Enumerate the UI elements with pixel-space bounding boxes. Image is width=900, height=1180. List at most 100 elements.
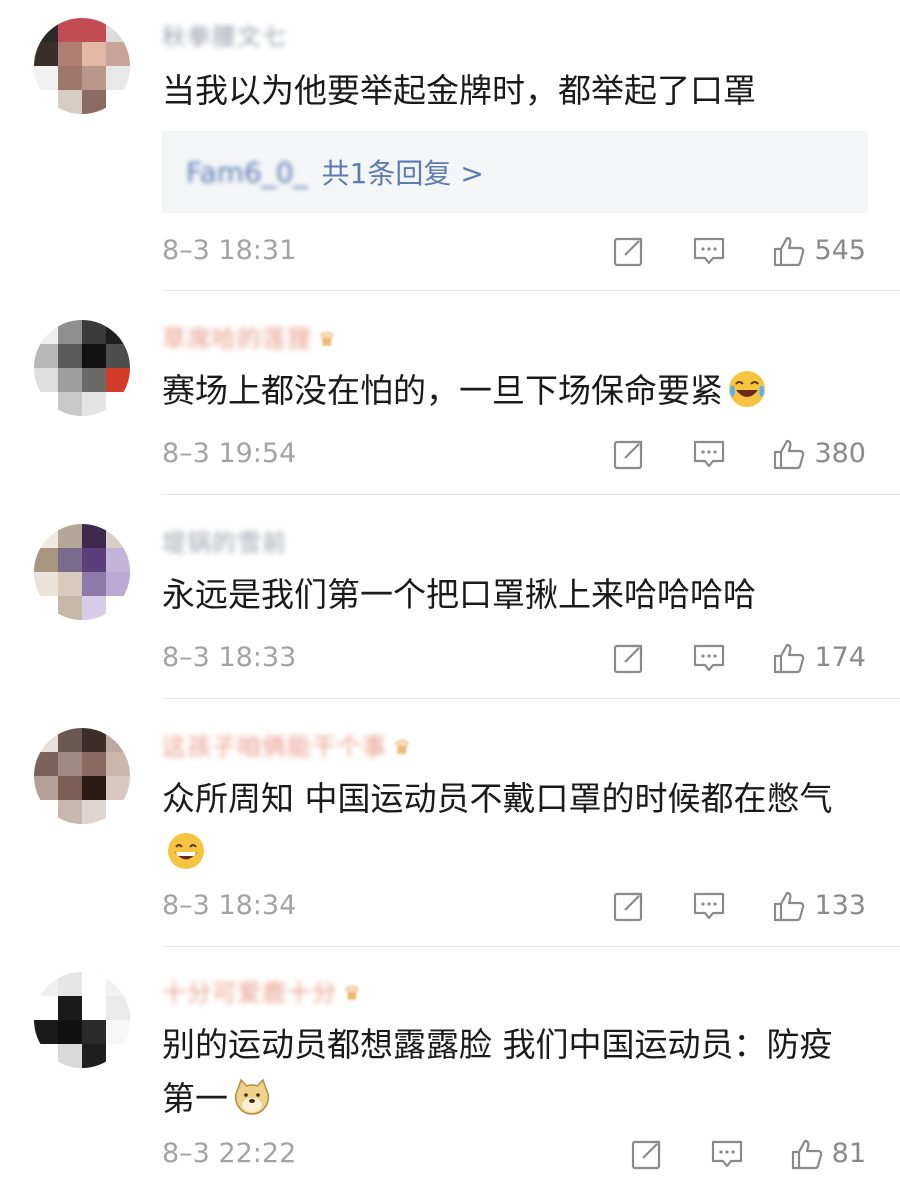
comment-meta: 8–3 22:22 81 xyxy=(162,1134,866,1174)
username[interactable]: 堤锅的雪前 xyxy=(162,528,287,558)
avatar-pixel xyxy=(106,800,130,824)
avatar-pixel xyxy=(34,800,58,824)
share-icon[interactable] xyxy=(612,234,646,268)
like-button[interactable]: 133 xyxy=(772,886,866,926)
avatar-pixel xyxy=(34,368,58,392)
avatar-pixel xyxy=(34,66,58,90)
avatar-pixel xyxy=(82,42,106,66)
comment-icon[interactable] xyxy=(710,1137,744,1171)
username-text: 草席哈的莲狸 xyxy=(162,325,312,353)
avatar-pixel xyxy=(58,368,82,392)
reply-username: Fam6_0_ xyxy=(186,155,308,189)
comment-text: 众所周知 中国运动员不戴口罩的时候都在憋气 xyxy=(162,772,862,880)
thumbs-up-icon xyxy=(791,1139,822,1170)
comment-icon[interactable] xyxy=(692,889,726,923)
comment-actions: 174 xyxy=(612,638,866,678)
avatar-pixel xyxy=(58,972,82,996)
username-text: 这孩子咱俩能干个事 xyxy=(162,733,387,761)
avatar-pixel xyxy=(82,392,106,416)
avatar-pixel xyxy=(82,596,106,620)
avatar-pixel xyxy=(82,776,106,800)
comment-actions: 81 xyxy=(630,1134,866,1174)
share-icon[interactable] xyxy=(612,889,646,923)
thumbs-up-icon xyxy=(774,891,805,922)
avatar-pixel xyxy=(34,90,58,114)
like-button[interactable]: 545 xyxy=(772,231,866,271)
avatar-pixel xyxy=(34,596,58,620)
avatar-pixel xyxy=(106,596,130,620)
reply-preview[interactable]: Fam6_0_ 共1条回复 > xyxy=(162,131,868,213)
avatar-pixel xyxy=(106,392,130,416)
like-count: 545 xyxy=(814,235,866,266)
comment-time: 8–3 18:31 xyxy=(162,235,297,266)
share-icon[interactable] xyxy=(612,437,646,471)
comment-actions: 133 xyxy=(612,886,866,926)
avatar-pixel xyxy=(106,572,130,596)
laughing-tears-emoji-icon xyxy=(729,371,765,407)
username[interactable]: 草席哈的莲狸 ♛ xyxy=(162,324,336,354)
comment-text: 别的运动员都想露露脸 我们中国运动员：防疫第一 xyxy=(162,1018,862,1126)
avatar-pixel xyxy=(106,524,130,548)
avatar[interactable] xyxy=(34,320,130,416)
username-text: 秋拳腰文七 xyxy=(162,23,287,51)
avatar-pixel xyxy=(82,90,106,114)
avatar-pixel xyxy=(82,800,106,824)
avatar-pixel xyxy=(82,548,106,572)
avatar-pixel xyxy=(34,344,58,368)
avatar-pixel xyxy=(106,344,130,368)
comment-icon[interactable] xyxy=(692,234,726,268)
comment-icon[interactable] xyxy=(692,437,726,471)
crown-badge-icon: ♛ xyxy=(318,327,336,351)
thumbs-up-icon xyxy=(774,236,805,267)
avatar-pixel xyxy=(106,320,130,344)
like-count: 380 xyxy=(814,438,866,469)
thumbs-up-icon xyxy=(774,643,805,674)
comment-text: 当我以为他要举起金牌时，都举起了口罩 xyxy=(162,71,756,110)
avatar-pixel xyxy=(82,996,106,1020)
view-replies-link[interactable]: 共1条回复 > xyxy=(322,152,484,192)
comment-item: 秋拳腰文七 当我以为他要举起金牌时，都举起了口罩 Fam6_0_ 共1条回复 >… xyxy=(0,0,900,290)
comment-item: 十分可爱鹿十分 ♛ 别的运动员都想露露脸 我们中国运动员：防疫第一 8–3 22… xyxy=(0,946,900,1180)
username-text: 十分可爱鹿十分 xyxy=(162,979,337,1007)
like-button[interactable]: 174 xyxy=(772,638,866,678)
avatar-pixel xyxy=(58,1044,82,1068)
avatar[interactable] xyxy=(34,728,130,824)
avatar[interactable] xyxy=(34,18,130,114)
avatar-pixel xyxy=(106,728,130,752)
avatar-pixel xyxy=(58,752,82,776)
share-icon[interactable] xyxy=(612,641,646,675)
avatar-pixel xyxy=(58,1020,82,1044)
avatar-pixel xyxy=(82,1044,106,1068)
comment-icon[interactable] xyxy=(692,641,726,675)
crown-badge-icon: ♛ xyxy=(393,735,411,759)
avatar-pixel xyxy=(58,90,82,114)
avatar-pixel xyxy=(58,572,82,596)
avatar-pixel xyxy=(58,524,82,548)
comment-text-content: 众所周知 中国运动员不戴口罩的时候都在憋气 xyxy=(162,779,833,818)
avatar[interactable] xyxy=(34,972,130,1068)
avatar-pixel xyxy=(34,572,58,596)
avatar-pixel xyxy=(82,344,106,368)
like-count: 174 xyxy=(814,642,866,673)
avatar-pixel xyxy=(106,90,130,114)
avatar-pixel xyxy=(34,18,58,42)
avatar-pixel xyxy=(82,728,106,752)
avatar-pixel xyxy=(34,728,58,752)
username[interactable]: 这孩子咱俩能干个事 ♛ xyxy=(162,732,411,762)
comment-time: 8–3 18:33 xyxy=(162,642,297,673)
username[interactable]: 十分可爱鹿十分 ♛ xyxy=(162,978,361,1008)
username[interactable]: 秋拳腰文七 xyxy=(162,22,287,52)
share-icon[interactable] xyxy=(630,1137,664,1171)
comment-time: 8–3 22:22 xyxy=(162,1138,297,1169)
avatar-pixel xyxy=(34,42,58,66)
avatar-pixel xyxy=(82,572,106,596)
comment-actions: 380 xyxy=(612,434,866,474)
comment-meta: 8–3 18:33 174 xyxy=(162,638,866,678)
avatar-pixel xyxy=(58,596,82,620)
avatar-pixel xyxy=(58,728,82,752)
avatar[interactable] xyxy=(34,524,130,620)
like-button[interactable]: 380 xyxy=(772,434,866,474)
like-count: 81 xyxy=(831,1138,866,1169)
like-button[interactable]: 81 xyxy=(790,1134,866,1174)
comment-meta: 8–3 19:54 380 xyxy=(162,434,866,474)
